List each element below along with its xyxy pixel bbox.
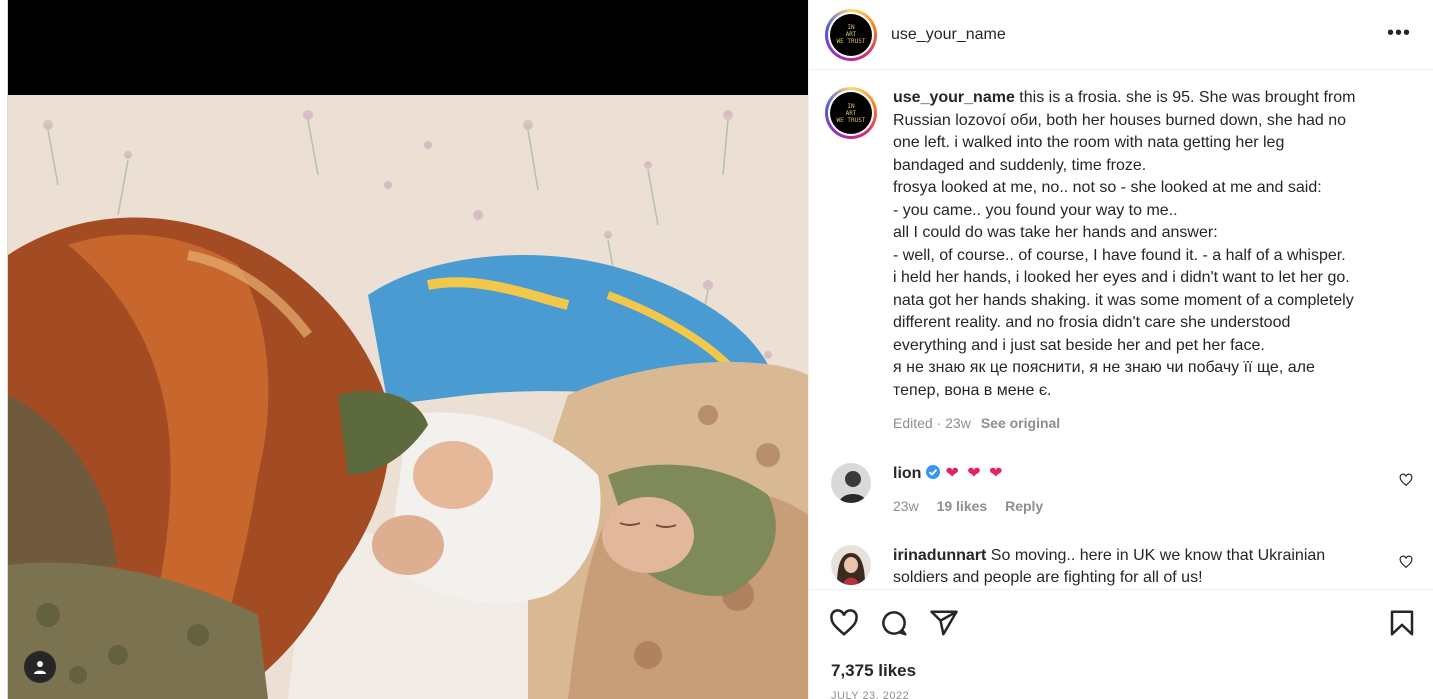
user-icon <box>34 661 46 674</box>
caption-line: everything and i just sat beside her and… <box>893 336 1265 354</box>
caption-line: Russian lozovoí оби, both her houses bur… <box>893 111 1347 129</box>
avatar-logo-text: ART <box>845 109 857 117</box>
caption-line: - you came.. you found your way to me.. <box>893 201 1178 219</box>
reply-button[interactable]: Reply <box>1005 498 1043 514</box>
caption-username[interactable]: use_your_name <box>893 89 1015 106</box>
post-actions: 7,375 likes JULY 23, 2022 <box>809 589 1433 699</box>
verified-badge-icon <box>925 464 941 487</box>
post-media[interactable] <box>8 0 808 699</box>
likes-count[interactable]: 7,375 likes <box>831 661 916 681</box>
caption-text: use_your_name this is a frosia. she is 9… <box>893 87 1405 435</box>
author-avatar[interactable]: IN ART WE TRUST <box>825 8 877 61</box>
avatar-logo-text: IN <box>847 102 855 110</box>
comment-likes-count[interactable]: 19 likes <box>937 498 988 514</box>
caption-line: bandaged and suddenly, time froze. <box>893 156 1147 174</box>
comment-text: ❤ ❤ ❤ <box>945 465 1005 482</box>
caption-line: я не знаю як це пояснити, я не знаю чи п… <box>893 359 1315 376</box>
post-date[interactable]: JULY 23, 2022 <box>831 690 909 699</box>
post-details-panel: IN ART WE TRUST use_your_name ••• IN ART… <box>808 0 1433 699</box>
caption-line: one left. i walked into the room with na… <box>893 134 1285 151</box>
avatar-logo-text: WE TRUST <box>836 38 866 45</box>
commenter-avatar[interactable] <box>831 545 871 585</box>
caption-line: тепер, вона в мене є. <box>893 381 1052 399</box>
caption-line: this is a frosia. she is 95. She was bro… <box>1019 89 1356 106</box>
comment-item: irinadunnart So moving.. here in UK we k… <box>831 545 1421 589</box>
more-options-button[interactable]: ••• <box>1387 22 1411 45</box>
edited-time: Edited · 23w <box>893 415 971 431</box>
share-send-icon[interactable] <box>929 608 959 643</box>
photo-illustration <box>8 95 808 699</box>
comment-username[interactable]: irinadunnart <box>893 547 986 564</box>
avatar-logo-text: ART <box>845 31 857 38</box>
comment-like-heart-icon[interactable] <box>1399 555 1413 574</box>
avatar-logo-text: IN <box>847 24 855 31</box>
caption-line: all I could do was take her hands and an… <box>893 224 1218 241</box>
comment-text: soldiers and people are fighting for all… <box>893 569 1203 586</box>
caption-line: nata got her hands shaking. it was some … <box>893 291 1354 309</box>
comment-icon[interactable] <box>879 608 909 643</box>
see-original-link[interactable]: See original <box>981 415 1060 431</box>
caption-line: frosya looked at me, no.. not so - she l… <box>893 179 1322 196</box>
caption-line: i held her hands, i looked her eyes and … <box>893 269 1350 286</box>
author-username[interactable]: use_your_name <box>891 26 1006 44</box>
comment-item: lion ❤ ❤ ❤ 23w 19 likes Reply <box>831 463 1421 517</box>
caption-line: - well, of course.. of course, I have fo… <box>893 246 1346 264</box>
comment-username[interactable]: lion <box>893 465 921 482</box>
caption-author-avatar[interactable]: IN ART WE TRUST <box>825 87 877 139</box>
save-bookmark-icon[interactable] <box>1387 608 1417 643</box>
comment-text: So moving.. here in UK we know that Ukra… <box>990 547 1326 564</box>
caption: IN ART WE TRUST use_your_name this is a … <box>825 87 1425 435</box>
post-photo[interactable] <box>8 95 808 699</box>
caption-meta: Edited · 23w See original <box>893 412 1405 435</box>
comment-time: 23w <box>893 498 919 514</box>
caption-line: different reality. and no frosia didn't … <box>893 314 1291 331</box>
left-page-edge <box>0 0 8 699</box>
post-header: IN ART WE TRUST use_your_name ••• <box>809 0 1433 70</box>
comment-like-heart-icon[interactable] <box>1399 473 1413 492</box>
like-heart-icon[interactable] <box>829 608 859 643</box>
tagged-users-button[interactable] <box>24 651 56 683</box>
avatar-logo-text: WE TRUST <box>836 116 866 124</box>
commenter-avatar[interactable] <box>831 463 871 503</box>
comments-scroll-area[interactable]: IN ART WE TRUST use_your_name this is a … <box>809 71 1433 589</box>
